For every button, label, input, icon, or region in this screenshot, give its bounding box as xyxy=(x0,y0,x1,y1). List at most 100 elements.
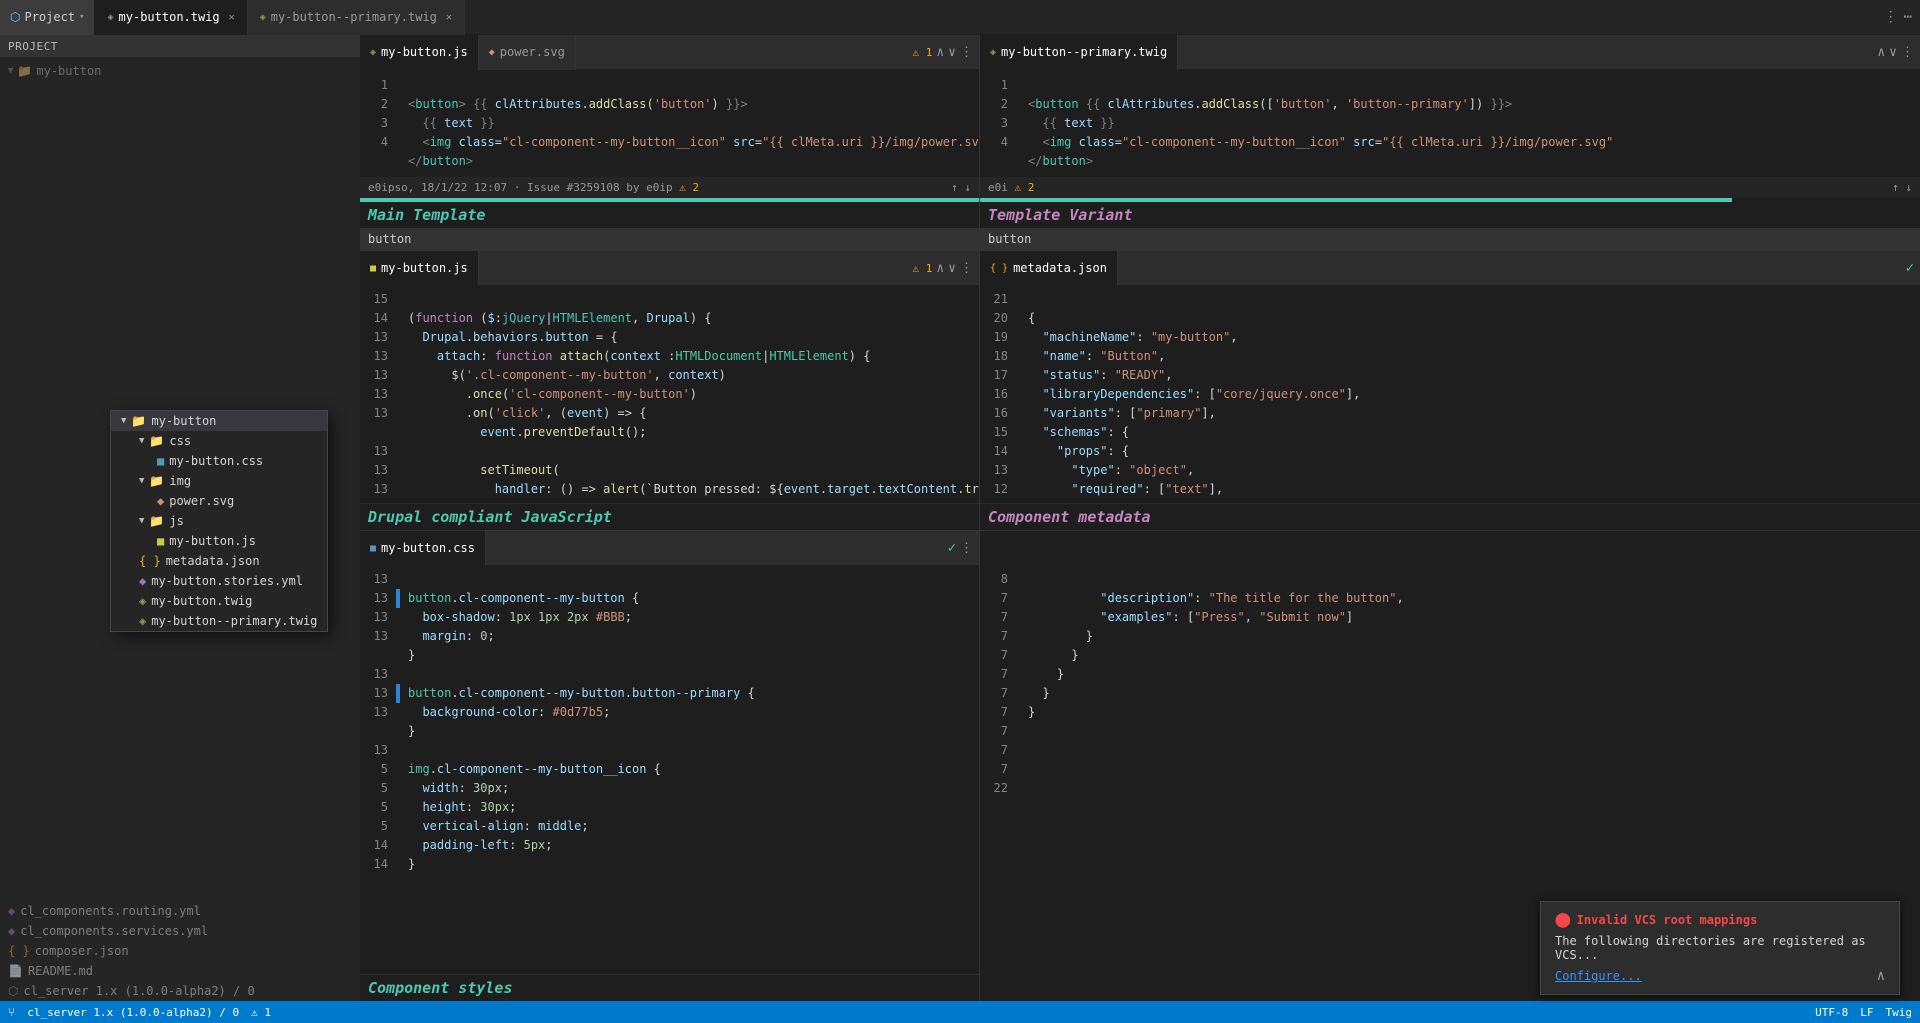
bottom-left-tab-bar: ■ my-button.css ✓ ⋮ xyxy=(360,531,979,566)
label-button-r: button xyxy=(988,232,1031,246)
tab-my-button-primary-twig[interactable]: ◈ my-button--primary.twig ✕ xyxy=(248,0,465,35)
tab-primary-twig-editor[interactable]: ◈ my-button--primary.twig xyxy=(980,35,1178,70)
code-mid-right: { "machineName": "my-button", "name": "B… xyxy=(1020,290,1920,499)
code-content-top-left: 1234 <button> {{ clAttributes.addClass('… xyxy=(360,70,979,176)
chevron-icon: ▾ xyxy=(79,12,84,22)
annotation-main-template: Main Template xyxy=(360,202,979,228)
editor-actions-top-right: ∧ ∨ ⋮ xyxy=(1877,45,1920,60)
notification-actions: Configure... ∧ xyxy=(1555,968,1885,984)
more-icon[interactable]: ⋯ xyxy=(1904,9,1912,25)
tab-metadata-json[interactable]: { } metadata.json xyxy=(980,251,1118,286)
sidebar-item-server[interactable]: ⬡ cl_server 1.x (1.0.0-alpha2) / 0 xyxy=(0,981,360,1001)
nav-up-icon-r[interactable]: ∧ xyxy=(1877,45,1885,60)
top-tab-bar: ⬡ Project ▾ ◈ my-button.twig ✕ ◈ my-butt… xyxy=(0,0,1920,35)
tree-item-my-button-js[interactable]: ■ my-button.js xyxy=(111,531,327,551)
twig-file-icon: ◈ xyxy=(370,47,376,58)
nav-down-mid[interactable]: ∨ xyxy=(948,261,956,276)
line-numbers-mid-left: 15141313131313 1313131313 xyxy=(360,290,396,499)
annotation-variant-template: Template Variant xyxy=(980,202,1920,228)
project-icon: ⬡ xyxy=(10,10,20,24)
tree-item-css[interactable]: ▼ 📁 css xyxy=(111,431,327,451)
sidebar: Project ▼ 📁 my-button ▼ 📁 my-button xyxy=(0,35,360,1001)
more-bottom-left[interactable]: ⋮ xyxy=(960,541,973,556)
tree-item-power-svg[interactable]: ◆ power.svg xyxy=(111,491,327,511)
tab-my-button-twig[interactable]: ◈ my-button.twig ✕ xyxy=(95,0,247,35)
line-numbers-top-left: 1234 xyxy=(360,76,396,170)
code-top-right: <button {{ clAttributes.addClass(['butto… xyxy=(1020,76,1920,170)
label-button: button xyxy=(368,232,411,246)
configure-link[interactable]: Configure... xyxy=(1555,969,1642,983)
nav-up-mid[interactable]: ∧ xyxy=(936,261,944,276)
twig-icon: ◈ xyxy=(107,12,113,23)
annotation-styles-text: Component styles xyxy=(368,979,513,997)
status-bar: ⑂ cl_server 1.x (1.0.0-alpha2) / 0 ⚠ 1 U… xyxy=(0,1001,1920,1023)
sidebar-header: Project xyxy=(0,35,360,57)
tree-item-my-button-css[interactable]: ■ my-button.css xyxy=(111,451,327,471)
status-line-ending: LF xyxy=(1860,1006,1873,1019)
editor-actions-mid-left: ⚠ 1 ∧ ∨ ⋮ xyxy=(912,261,979,276)
tab-label: my-button.twig xyxy=(119,10,220,24)
git-branch-icon: ⑂ xyxy=(8,1005,15,1019)
sidebar-item-routing[interactable]: ◆ cl_components.routing.yml xyxy=(0,901,360,921)
tree-item-my-button[interactable]: ▼ 📁 my-button xyxy=(111,411,327,431)
sidebar-item-composer[interactable]: { } composer.json xyxy=(0,941,360,961)
tree-item-primary-twig[interactable]: ◈ my-button--primary.twig xyxy=(111,611,327,631)
status-warnings: ⚠ 1 xyxy=(251,1006,271,1019)
tab-my-button-css[interactable]: ■ my-button.css xyxy=(360,531,486,566)
tab-close-icon[interactable]: ✕ xyxy=(229,12,235,23)
split-icon[interactable]: ⋮ xyxy=(1884,9,1898,25)
tab-close-icon-2[interactable]: ✕ xyxy=(446,12,452,23)
nav-down-icon[interactable]: ∨ xyxy=(948,45,956,60)
notification-body: The following directories are registered… xyxy=(1555,934,1885,962)
tree-item-my-button-twig[interactable]: ◈ my-button.twig xyxy=(111,591,327,611)
warning-badge: ⚠ 1 xyxy=(912,46,932,59)
editor-actions-mid-right: ✓ xyxy=(1906,260,1920,276)
sidebar-bottom: ◆ cl_components.routing.yml ◆ cl_compone… xyxy=(0,901,360,1001)
main-layout: Project ▼ 📁 my-button ▼ 📁 my-button xyxy=(0,35,1920,1001)
code-content-bottom-left: 13131313 131313 1355551414 xyxy=(360,566,979,974)
annotation-meta-text: Component metadata xyxy=(988,508,1151,526)
twig-icon-primary: ◈ xyxy=(990,47,996,58)
middle-right-tab-bar: { } metadata.json ✓ xyxy=(980,251,1920,286)
middle-right-editor: { } metadata.json ✓ 21201918171616151413… xyxy=(980,251,1920,530)
app-container: ⬡ Project ▾ ◈ my-button.twig ✕ ◈ my-butt… xyxy=(0,0,1920,1023)
tree-item-stories[interactable]: ◆ my-button.stories.yml xyxy=(111,571,327,591)
editor-actions-top-left: ⚠ 1 ∧ ∨ ⋮ xyxy=(912,45,979,60)
tab-css-filename: my-button.css xyxy=(381,541,475,555)
status-encoding: UTF-8 xyxy=(1815,1006,1848,1019)
js-file-icon: ■ xyxy=(370,263,376,274)
editor-actions-bottom-left: ✓ ⋮ xyxy=(948,540,979,556)
more-mid[interactable]: ⋮ xyxy=(960,261,973,276)
top-right-editor: ◈ my-button--primary.twig ∧ ∨ ⋮ xyxy=(980,35,1920,250)
twig-icon-2: ◈ xyxy=(260,12,266,23)
status-server: cl_server 1.x (1.0.0-alpha2) / 0 xyxy=(27,1006,239,1019)
more-actions-icon[interactable]: ⋮ xyxy=(960,45,973,60)
git-info-text: e0ipso, 18/1/22 12:07 · Issue #3259108 b… xyxy=(368,181,951,194)
sidebar-header-label: Project xyxy=(8,40,58,53)
more-actions-icon-r[interactable]: ⋮ xyxy=(1901,45,1914,60)
tree-item-js[interactable]: ▼ 📁 js xyxy=(111,511,327,531)
notification-title: ⬤ Invalid VCS root mappings xyxy=(1555,912,1885,928)
nav-down-icon-r[interactable]: ∨ xyxy=(1889,45,1897,60)
notification-close-icon[interactable]: ∧ xyxy=(1877,968,1885,984)
error-circle-icon: ⬤ xyxy=(1555,912,1571,928)
tab-bar-actions: ⋮ ⋯ xyxy=(1884,9,1920,25)
git-info-top-right: e0i ⚠ 2 ↑ ↓ xyxy=(980,176,1920,198)
project-button[interactable]: ⬡ Project ▾ xyxy=(0,0,95,35)
tab-my-button-js[interactable]: ■ my-button.js xyxy=(360,251,479,286)
top-editors-row: ◈ my-button.js ◆ power.svg ⚠ 1 ∧ ∨ ⋮ xyxy=(360,35,1920,250)
notification-popup: ⬤ Invalid VCS root mappings The followin… xyxy=(1540,901,1900,995)
sidebar-top-area: ▼ 📁 my-button xyxy=(0,57,360,397)
status-language: Twig xyxy=(1886,1006,1913,1019)
sidebar-item-readme[interactable]: 📄 README.md xyxy=(0,961,360,981)
nav-up-icon[interactable]: ∧ xyxy=(936,45,944,60)
tree-item-img[interactable]: ▼ 📁 img xyxy=(111,471,327,491)
tab-my-button-twig-editor[interactable]: ◈ my-button.js xyxy=(360,35,479,70)
tab-power-svg[interactable]: ◆ power.svg xyxy=(479,35,576,70)
middle-left-tab-bar: ■ my-button.js ⚠ 1 ∧ ∨ ⋮ xyxy=(360,251,979,286)
tree-item-metadata-json[interactable]: { } metadata.json xyxy=(111,551,327,571)
checkmark-css: ✓ xyxy=(948,540,956,556)
git-info-top-left: e0ipso, 18/1/22 12:07 · Issue #3259108 b… xyxy=(360,176,979,198)
sidebar-item-services[interactable]: ◆ cl_components.services.yml xyxy=(0,921,360,941)
annotation-meta: Component metadata xyxy=(980,503,1920,530)
